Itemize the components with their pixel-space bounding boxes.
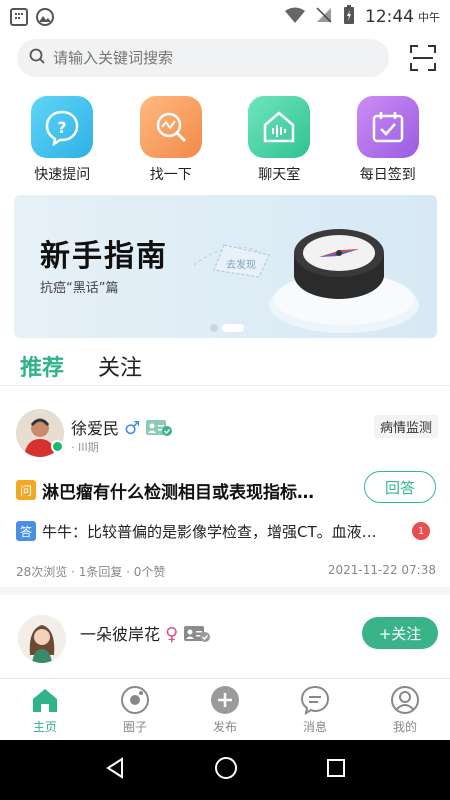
quick-checkin-button[interactable]: 每日签到 [340, 96, 436, 186]
banner-tag: 去发现 [226, 258, 256, 271]
answer-badge: 答 [16, 521, 36, 541]
clock-ampm: 中午 [418, 10, 440, 24]
quick-actions: ? 快速提问 找一下 聊天室 每日签到 [0, 96, 450, 186]
home-icon [30, 685, 60, 715]
wifi-icon [285, 7, 305, 27]
scan-icon [409, 45, 437, 76]
message-icon [300, 685, 330, 715]
search-chart-icon [139, 96, 202, 158]
username[interactable]: 徐爱民 ♂ [71, 415, 173, 441]
system-nav-bar [0, 740, 450, 800]
search-icon [29, 48, 45, 68]
question-icon: ? [31, 96, 94, 158]
post-date: 2021-11-22 07:38 [327, 563, 436, 577]
nav-profile-label: 我的 [392, 720, 417, 734]
quick-find-label: 找一下 [149, 167, 192, 183]
calendar-icon [10, 7, 28, 26]
feed-tabs: 推荐 关注 [0, 346, 450, 386]
question-card[interactable]: 徐爱民 ♂ · III期 病情监测 问 淋巴瘤有什么检测相目或表现指标… 回答 … [0, 395, 450, 587]
username-text: 徐爱民 [71, 419, 120, 438]
answer-row[interactable]: 答 牛牛：比较普偏的是影像学检查，增强CT。血液… 1 [16, 518, 440, 544]
topic-tag[interactable]: 病情监测 [373, 415, 438, 438]
tab-follow[interactable]: 关注 [98, 350, 142, 382]
clock-time: 12:44 [365, 6, 414, 27]
online-indicator [51, 440, 64, 453]
quick-ask-label: 快速提问 [34, 167, 91, 183]
banner-title: 新手指南 [40, 239, 168, 274]
back-icon[interactable] [104, 757, 126, 783]
quick-find-button[interactable]: 找一下 [123, 96, 219, 186]
nav-messages-label: 消息 [302, 720, 327, 734]
cancer-stage: · III期 [71, 441, 99, 454]
answer-button[interactable]: 回答 [364, 471, 436, 503]
nav-circle-label: 圈子 [122, 720, 147, 734]
pagination-dot-active[interactable] [222, 324, 244, 332]
nav-circle[interactable]: 圈子 [90, 679, 180, 740]
profile-icon [390, 685, 420, 715]
user-card[interactable]: 一朵彼岸花 ♀ +关注 [0, 595, 450, 677]
quick-checkin-label: 每日签到 [359, 167, 416, 183]
nav-messages[interactable]: 消息 [270, 679, 360, 740]
username[interactable]: 一朵彼岸花 ♀ [80, 621, 211, 647]
recents-icon[interactable] [326, 758, 346, 782]
nav-home[interactable]: 主页 [0, 679, 90, 740]
question-badge: 问 [16, 480, 36, 500]
status-bar: 12:44 中午 [0, 0, 450, 33]
chat-room-icon [248, 96, 311, 158]
verified-badge-icon [183, 625, 211, 647]
bottom-nav: 主页 圈子 发布 消息 我的 [0, 678, 450, 740]
search-box[interactable] [17, 39, 389, 77]
username-text: 一朵彼岸花 [80, 625, 161, 644]
nav-publish-label: 发布 [212, 720, 237, 734]
home-circle-icon[interactable] [214, 756, 238, 784]
battery-icon [343, 4, 355, 29]
male-icon: ♂ [124, 418, 141, 439]
post-meta: 28次浏览 · 1条回复 · 0个赞 2021-11-22 07:38 [16, 563, 436, 580]
search-row [17, 38, 437, 78]
banner-pagination [210, 324, 244, 332]
quick-chat-label: 聊天室 [258, 167, 301, 183]
banner-illustration: 去发现 [193, 229, 419, 333]
scan-button[interactable] [409, 44, 437, 72]
pagination-dot[interactable] [210, 324, 218, 332]
nav-profile[interactable]: 我的 [360, 679, 450, 740]
female-icon: ♀ [165, 624, 179, 645]
nav-publish[interactable]: 发布 [180, 679, 270, 740]
tab-recommend[interactable]: 推荐 [20, 350, 64, 382]
svg-text:?: ? [58, 118, 67, 137]
question-title[interactable]: 淋巴瘤有什么检测相目或表现指标… [42, 478, 362, 503]
answer-preview[interactable]: 牛牛：比较普偏的是影像学检查，增强CT。血液… [42, 521, 404, 542]
photo-icon [36, 7, 54, 26]
quick-ask-button[interactable]: ? 快速提问 [14, 96, 110, 186]
verified-badge-icon [145, 419, 173, 441]
unread-badge: 1 [412, 522, 430, 540]
guide-banner[interactable]: 新手指南 抗癌“黑话”篇 去发现 [14, 195, 437, 338]
signal-icon [315, 6, 333, 28]
section-divider [0, 587, 450, 595]
post-stats: 28次浏览 · 1条回复 · 0个赞 [16, 565, 166, 579]
follow-button[interactable]: +关注 [362, 617, 438, 649]
avatar[interactable] [18, 615, 66, 663]
plus-icon [210, 685, 240, 715]
circle-icon [120, 685, 150, 715]
nav-home-label: 主页 [32, 720, 57, 734]
search-input[interactable] [53, 49, 353, 67]
checkin-icon [356, 96, 419, 158]
quick-chat-button[interactable]: 聊天室 [231, 96, 327, 186]
banner-subtitle: 抗癌“黑话”篇 [40, 281, 119, 296]
